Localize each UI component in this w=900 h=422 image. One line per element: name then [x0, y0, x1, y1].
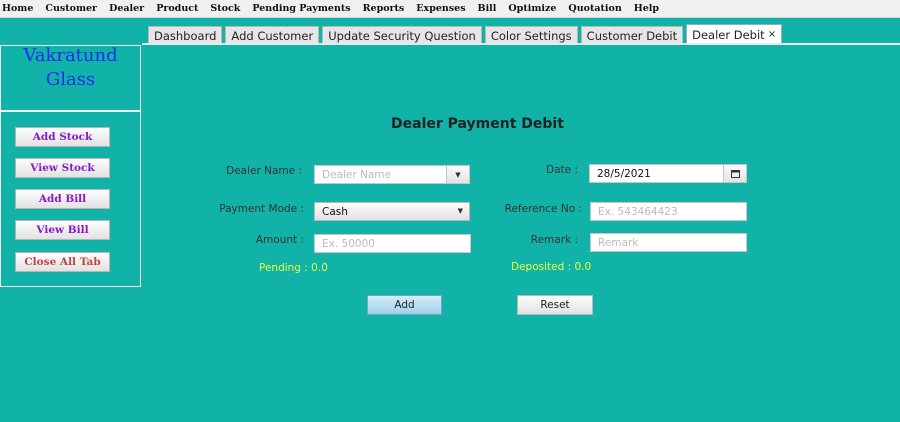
- menu-reports[interactable]: Reports: [357, 3, 411, 14]
- add-stock-button[interactable]: Add Stock: [15, 127, 110, 147]
- tab-label: Dealer Debit: [692, 27, 765, 42]
- tab-label: Customer Debit: [586, 28, 678, 43]
- brand-line-1: Vakratund: [23, 45, 118, 66]
- view-stock-button[interactable]: View Stock: [15, 158, 110, 178]
- dealer-name-placeholder: Dealer Name: [322, 168, 391, 181]
- reference-no-placeholder: Ex. 543464423: [598, 205, 678, 218]
- tab-label: Color Settings: [490, 28, 572, 43]
- brand-title: Vakratund Glass: [0, 44, 141, 112]
- tab-bar: Dashboard Add Customer Update Security Q…: [148, 24, 785, 44]
- tab-update-security-question[interactable]: Update Security Question: [322, 26, 482, 44]
- reference-no-label: Reference No :: [504, 203, 582, 215]
- menu-quotation[interactable]: Quotation: [562, 3, 627, 14]
- dealer-name-label: Dealer Name :: [226, 165, 302, 177]
- date-label: Date :: [546, 164, 578, 176]
- menu-dealer[interactable]: Dealer: [103, 3, 150, 14]
- menu-home[interactable]: Home: [0, 3, 39, 14]
- menu-pending-payments[interactable]: Pending Payments: [246, 3, 356, 14]
- menu-stock[interactable]: Stock: [204, 3, 246, 14]
- calendar-icon[interactable]: [723, 165, 746, 182]
- tab-color-settings[interactable]: Color Settings: [484, 26, 578, 44]
- remark-placeholder: Remark: [598, 236, 639, 249]
- add-button[interactable]: Add: [367, 295, 442, 315]
- reset-button[interactable]: Reset: [517, 295, 593, 315]
- pending-amount: Pending : 0.0: [259, 262, 328, 274]
- chevron-down-icon[interactable]: ▼: [446, 166, 469, 183]
- form-title: Dealer Payment Debit: [391, 116, 564, 132]
- menu-optimize[interactable]: Optimize: [502, 3, 562, 14]
- deposited-amount: Deposited : 0.0: [511, 261, 592, 273]
- amount-label: Amount :: [255, 234, 304, 246]
- menu-product[interactable]: Product: [150, 3, 204, 14]
- date-value: 28/5/2021: [597, 167, 651, 180]
- tab-strip: [142, 43, 900, 45]
- tab-dashboard[interactable]: Dashboard: [148, 26, 223, 44]
- tab-add-customer[interactable]: Add Customer: [225, 26, 320, 44]
- reference-no-input[interactable]: Ex. 543464423: [590, 202, 747, 221]
- close-all-tab-button[interactable]: Close All Tab: [15, 252, 110, 272]
- menu-customer[interactable]: Customer: [39, 3, 103, 14]
- tab-label: Dashboard: [154, 28, 217, 43]
- date-field[interactable]: 28/5/2021: [589, 164, 747, 183]
- tab-label: Update Security Question: [328, 28, 476, 43]
- tab-dealer-debit[interactable]: Dealer Debit ×: [686, 24, 783, 44]
- dealer-name-combobox[interactable]: Dealer Name ▼: [314, 165, 470, 184]
- payment-mode-select[interactable]: Cash ▼: [314, 202, 470, 221]
- brand-line-2: Glass: [45, 69, 96, 90]
- menu-bill[interactable]: Bill: [472, 3, 503, 14]
- close-icon[interactable]: ×: [768, 29, 776, 40]
- menu-bar: Home Customer Dealer Product Stock Pendi…: [0, 0, 900, 18]
- payment-mode-label: Payment Mode :: [219, 203, 304, 215]
- view-bill-button[interactable]: View Bill: [15, 220, 110, 240]
- tab-label: Add Customer: [231, 28, 314, 43]
- payment-mode-value: Cash: [322, 205, 348, 218]
- amount-input[interactable]: Ex. 50000: [314, 234, 471, 253]
- menu-expenses[interactable]: Expenses: [410, 3, 471, 14]
- amount-placeholder: Ex. 50000: [322, 237, 375, 250]
- remark-input[interactable]: Remark: [590, 233, 747, 252]
- chevron-down-icon: ▼: [457, 207, 463, 215]
- tab-customer-debit[interactable]: Customer Debit: [580, 26, 684, 44]
- menu-help[interactable]: Help: [628, 3, 665, 14]
- add-bill-button[interactable]: Add Bill: [15, 189, 110, 209]
- remark-label: Remark :: [530, 234, 578, 246]
